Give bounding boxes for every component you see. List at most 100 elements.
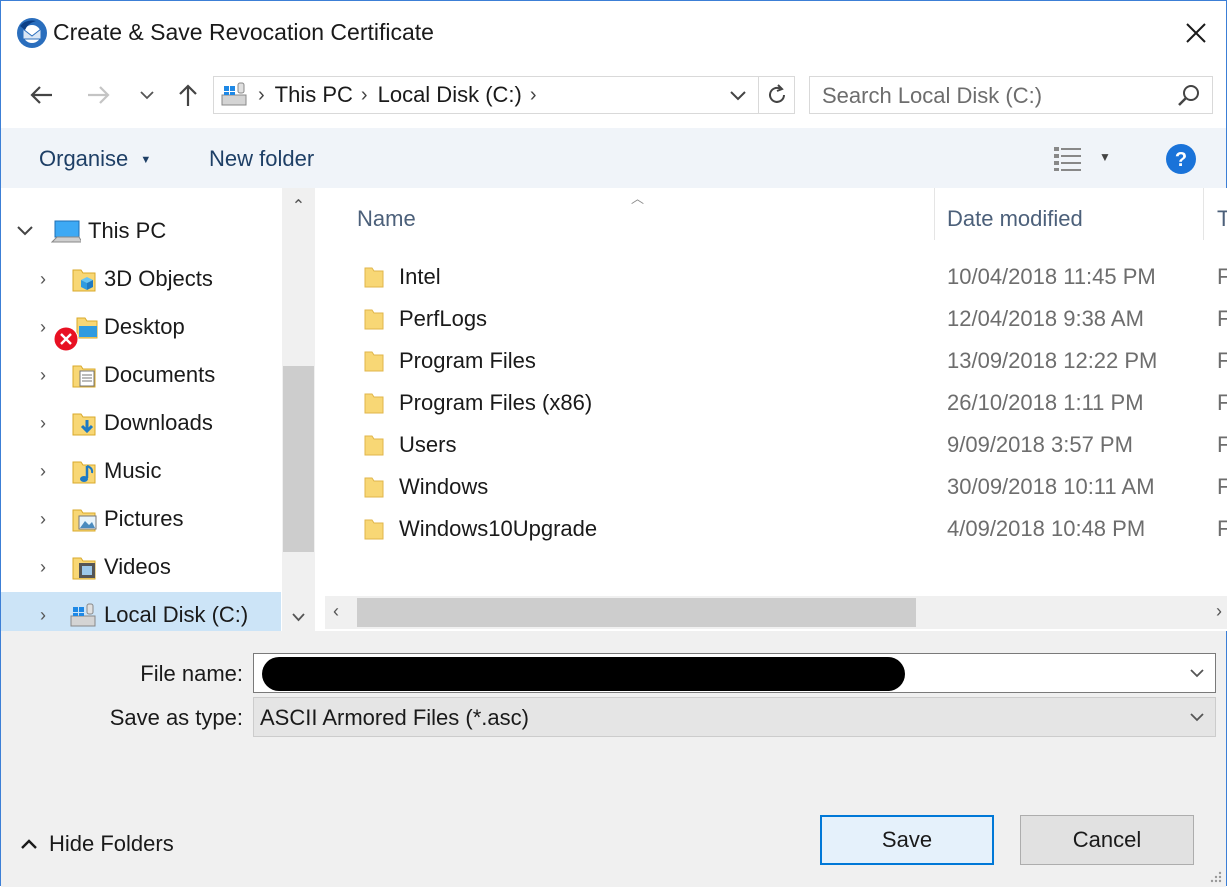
nav-item-desktop[interactable]: › Desktop <box>1 304 281 352</box>
arrow-left-icon <box>30 86 52 104</box>
column-header-date-modified[interactable]: Date modified <box>947 206 1083 232</box>
nav-label: This PC <box>88 218 167 243</box>
error-badge-icon <box>53 326 79 352</box>
file-type: F <box>1217 474 1227 499</box>
chevron-right-icon[interactable]: › <box>33 269 53 290</box>
nav-label: Downloads <box>104 410 213 435</box>
nav-item-documents[interactable]: › Documents <box>1 352 281 398</box>
organise-label: Organise <box>39 146 129 171</box>
folder-icon <box>364 351 384 372</box>
address-history-dropdown[interactable] <box>724 83 752 109</box>
nav-scrollbar-thumb[interactable] <box>283 366 314 552</box>
folder-icon <box>364 309 384 330</box>
chevron-down-icon[interactable] <box>15 224 35 238</box>
column-divider[interactable] <box>934 188 935 240</box>
3d-objects-icon <box>72 269 96 292</box>
chevron-right-icon[interactable]: › <box>33 461 53 482</box>
arrow-up-icon <box>179 84 197 106</box>
column-header-type[interactable]: T <box>1217 206 1227 232</box>
nav-label: Pictures <box>104 506 184 531</box>
breadcrumb-local-disk[interactable]: Local Disk (C:) <box>378 82 522 108</box>
save-button[interactable]: Save <box>820 815 994 865</box>
caret-down-icon: ▼ <box>140 154 152 166</box>
horizontal-scrollbar-thumb[interactable] <box>357 598 916 627</box>
scroll-left-icon[interactable]: ‹ <box>333 601 339 622</box>
hide-folders-button[interactable]: Hide Folders <box>19 831 174 857</box>
breadcrumb-separator[interactable]: › <box>361 84 368 107</box>
recent-locations-button[interactable] <box>133 79 161 111</box>
folder-icon <box>364 477 384 498</box>
file-row[interactable]: Windows 30/09/2018 10:11 AM F <box>345 466 1227 508</box>
cancel-button[interactable]: Cancel <box>1020 815 1194 865</box>
nav-item-videos[interactable]: › Videos <box>1 544 281 590</box>
nav-item-pictures[interactable]: › Pictures <box>1 496 281 542</box>
scroll-down-icon[interactable] <box>282 611 315 623</box>
search-input[interactable] <box>822 83 1162 109</box>
save-as-type-select[interactable]: ASCII Armored Files (*.asc) <box>253 697 1216 737</box>
chevron-up-icon <box>21 839 37 849</box>
horizontal-scrollbar[interactable]: ‹ › <box>325 596 1227 629</box>
chevron-right-icon[interactable]: › <box>33 317 53 338</box>
up-button[interactable] <box>172 79 204 111</box>
file-row[interactable]: Program Files 13/09/2018 12:22 PM F <box>345 340 1227 382</box>
address-bar[interactable]: › This PC › Local Disk (C:) › <box>213 76 795 114</box>
new-folder-button[interactable]: New folder <box>209 146 314 172</box>
scroll-right-icon[interactable]: › <box>1216 601 1222 622</box>
organise-button[interactable]: Organise ▼ <box>39 146 151 172</box>
file-row[interactable]: Intel 10/04/2018 11:45 PM F <box>345 256 1227 298</box>
search-box[interactable] <box>809 76 1213 114</box>
resize-grip-icon[interactable] <box>1208 869 1222 883</box>
search-icon <box>1178 85 1199 106</box>
chevron-right-icon[interactable]: › <box>33 605 53 626</box>
file-list: ︿ Name Date modified T Intel 10/04/2018 … <box>315 188 1227 631</box>
nav-item-music[interactable]: › Music <box>1 448 281 494</box>
arrow-right-icon <box>88 86 110 104</box>
breadcrumb-separator[interactable]: › <box>258 84 265 107</box>
chevron-right-icon[interactable]: › <box>33 413 53 434</box>
breadcrumb-separator[interactable]: › <box>530 84 537 107</box>
nav-item-3d-objects[interactable]: › 3D Objects <box>1 256 281 302</box>
chevron-right-icon[interactable]: › <box>33 557 53 578</box>
help-icon[interactable]: ? <box>1165 143 1197 175</box>
save-as-type-value: ASCII Armored Files (*.asc) <box>260 705 529 730</box>
chevron-right-icon[interactable]: › <box>33 365 53 386</box>
file-name: Users <box>399 432 457 457</box>
column-divider[interactable] <box>1203 188 1204 240</box>
close-button[interactable] <box>1178 15 1214 51</box>
back-button[interactable] <box>25 79 57 111</box>
folder-icon <box>364 267 384 288</box>
file-row[interactable]: Users 9/09/2018 3:57 PM F <box>345 424 1227 466</box>
file-row[interactable]: PerfLogs 12/04/2018 9:38 AM F <box>345 298 1227 340</box>
nav-label: Music <box>104 458 162 483</box>
title-bar: Create & Save Revocation Certificate <box>1 1 1226 65</box>
refresh-button[interactable] <box>758 77 794 113</box>
folder-icon <box>364 393 384 414</box>
chevron-down-icon <box>140 91 154 100</box>
refresh-icon <box>768 84 785 103</box>
breadcrumb-this-pc[interactable]: This PC <box>275 82 353 108</box>
scroll-up-icon[interactable]: ⌃ <box>282 196 315 216</box>
column-header-name[interactable]: Name <box>357 206 416 232</box>
file-name: Intel <box>399 264 441 289</box>
view-options-caret-icon[interactable]: ▼ <box>1099 150 1111 164</box>
downloads-icon <box>72 413 96 436</box>
nav-item-downloads[interactable]: › Downloads <box>1 400 281 446</box>
file-type: F <box>1217 516 1227 541</box>
file-date: 26/10/2018 1:11 PM <box>947 390 1144 415</box>
file-date: 30/09/2018 10:11 AM <box>947 474 1155 499</box>
save-dialog: Create & Save Revocation Certificate › T… <box>0 0 1227 887</box>
file-row[interactable]: Windows10Upgrade 4/09/2018 10:48 PM F <box>345 508 1227 550</box>
forward-button[interactable] <box>83 79 115 111</box>
nav-item-this-pc[interactable]: This PC <box>1 208 281 254</box>
music-icon <box>72 461 96 484</box>
chevron-right-icon[interactable]: › <box>33 509 53 530</box>
save-form: File name: Save as type: ASCII Armored F… <box>1 631 1226 887</box>
file-name-combobox[interactable] <box>253 653 1216 693</box>
chevron-down-icon[interactable] <box>1187 663 1207 683</box>
chevron-down-icon <box>730 91 746 101</box>
file-date: 9/09/2018 3:57 PM <box>947 432 1133 457</box>
navigation-pane: This PC › 3D Objects › Desktop › Documen… <box>1 188 315 638</box>
view-options-icon[interactable] <box>1051 144 1085 172</box>
file-row[interactable]: Program Files (x86) 26/10/2018 1:11 PM F <box>345 382 1227 424</box>
nav-scrollbar[interactable]: ⌃ <box>282 188 315 631</box>
